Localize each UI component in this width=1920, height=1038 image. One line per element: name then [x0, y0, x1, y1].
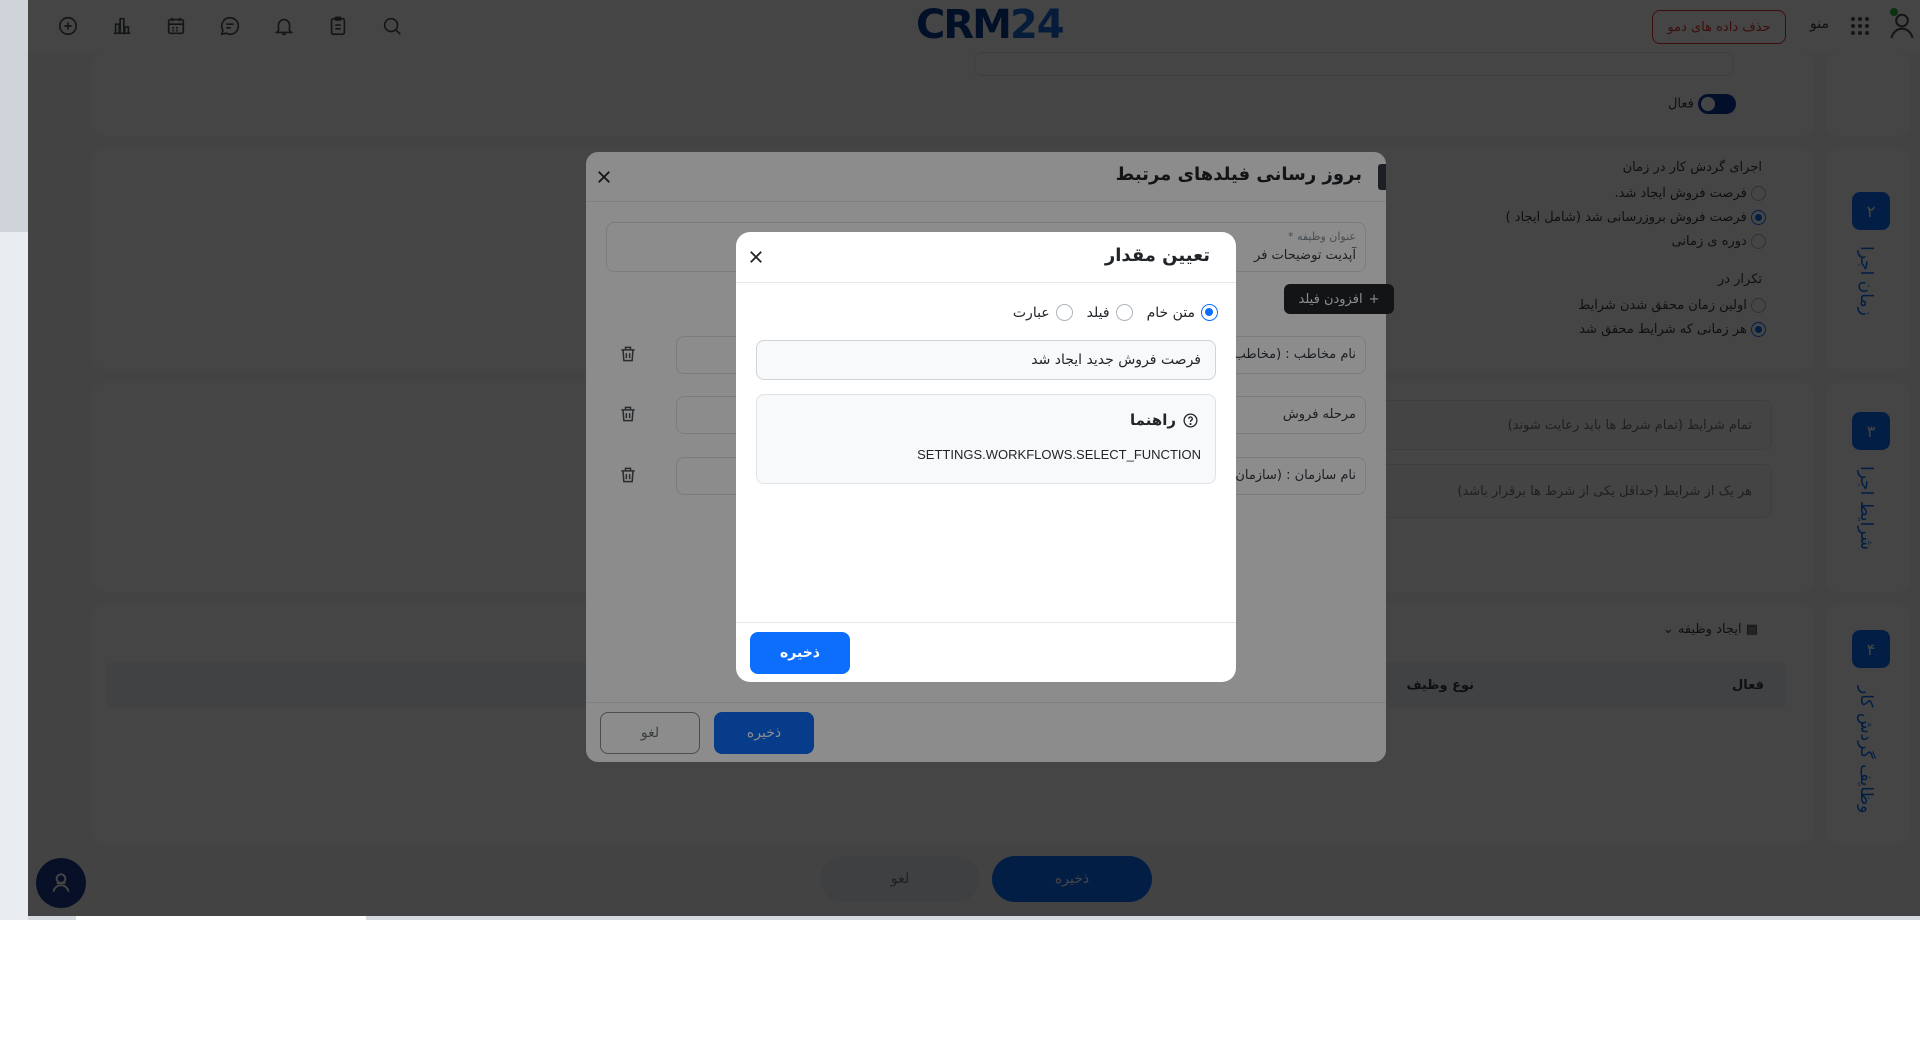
app-root: CRM24 حذف داده های دمو منو فعال اجرای گر…: [28, 0, 1920, 920]
close-icon[interactable]: [744, 245, 768, 269]
value-type-raw-text[interactable]: متن خام: [1147, 304, 1218, 321]
value-type-expression[interactable]: عبارت: [1013, 304, 1073, 321]
value-type-radio-group: متن خام فیلد عبارت: [1013, 304, 1218, 321]
set-value-modal: تعیین مقدار متن خام فیلد عبارت راهنما SE…: [736, 232, 1236, 682]
value-type-field[interactable]: فیلد: [1087, 304, 1133, 321]
help-circle-icon: [1183, 412, 1198, 428]
set-value-modal-footer-line: [736, 622, 1236, 623]
set-value-modal-title: تعیین مقدار: [1104, 245, 1210, 266]
guide-title: راهنما: [1130, 411, 1199, 429]
guide-box: راهنما SETTINGS.WORKFLOWS.SELECT_FUNCTIO…: [756, 394, 1216, 484]
value-input[interactable]: [756, 340, 1216, 380]
bottom-scrollbar[interactable]: [28, 916, 1920, 920]
set-value-modal-header-line: [736, 282, 1236, 283]
guide-body: SETTINGS.WORKFLOWS.SELECT_FUNCTION: [917, 447, 1201, 462]
set-value-save-button[interactable]: ذخیره: [750, 632, 850, 674]
left-strip: [0, 0, 28, 920]
